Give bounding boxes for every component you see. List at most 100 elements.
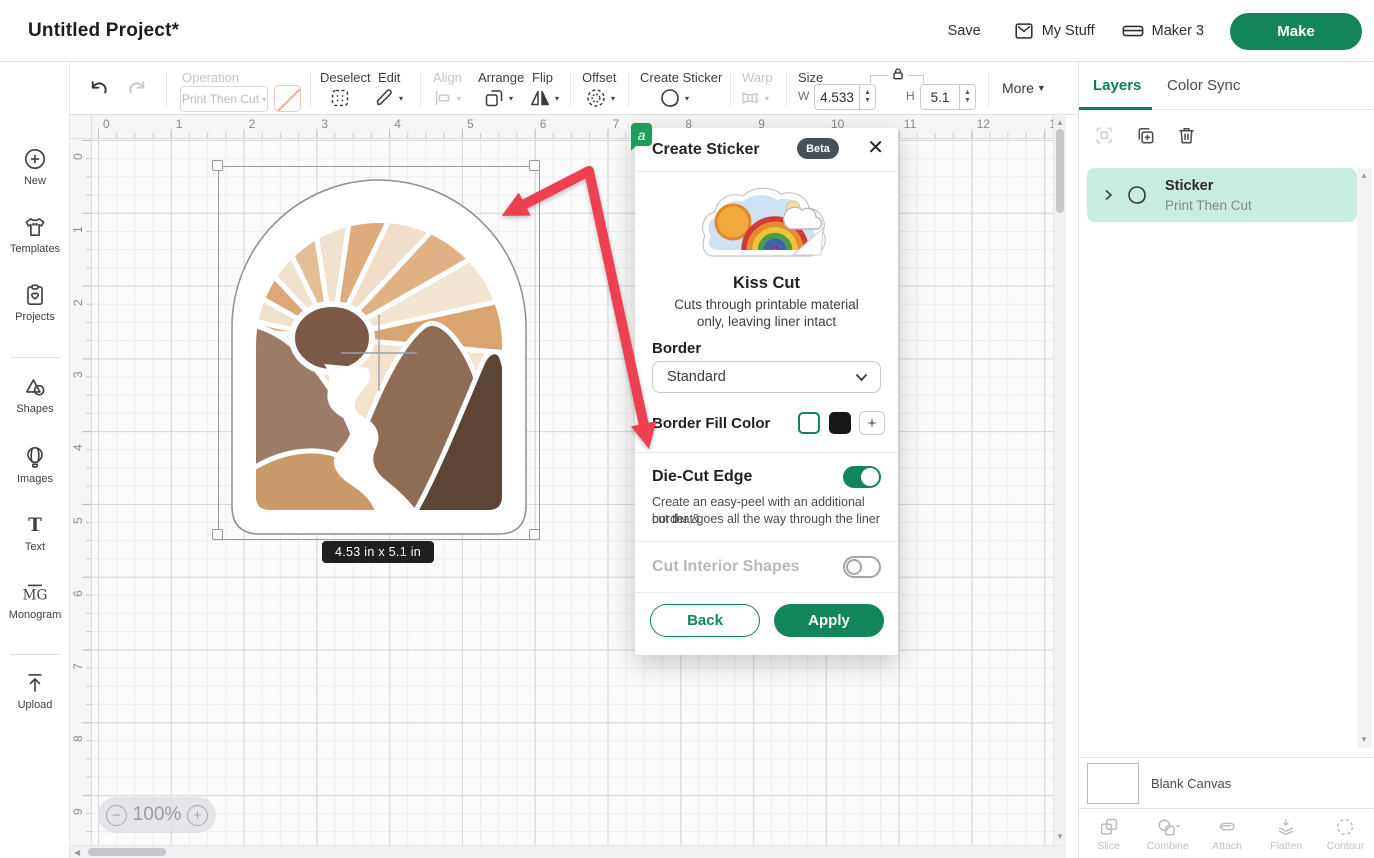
- make-button[interactable]: Make: [1230, 13, 1362, 50]
- sidebar-item-projects[interactable]: Projects: [0, 282, 70, 323]
- align-label: Align: [433, 70, 462, 85]
- slice-icon: [1098, 816, 1120, 838]
- sidebar-label: Text: [25, 541, 45, 553]
- duplicate-button[interactable]: [1134, 124, 1157, 147]
- dialog-divider: [635, 541, 898, 542]
- height-input[interactable]: 5.1 ▲▼: [920, 84, 976, 110]
- undo-button[interactable]: [86, 76, 112, 102]
- scroll-down-icon[interactable]: ▼: [1360, 736, 1368, 744]
- horizontal-scroll-thumb[interactable]: [88, 848, 166, 856]
- save-button[interactable]: Save: [942, 22, 987, 40]
- scroll-left-icon[interactable]: ◀: [74, 849, 80, 857]
- apply-button[interactable]: Apply: [774, 604, 884, 637]
- my-stuff-button[interactable]: My Stuff: [1013, 20, 1095, 42]
- vertical-scrollbar[interactable]: ▲ ▼: [1053, 115, 1066, 845]
- svg-text:T: T: [28, 515, 42, 536]
- vertical-ruler: 0123456789: [70, 139, 92, 845]
- chevron-down-icon: ▾: [765, 94, 769, 103]
- contour-label: Contour: [1327, 840, 1364, 852]
- border-fill-color-label: Border Fill Color: [652, 415, 770, 432]
- blank-canvas-row[interactable]: Blank Canvas: [1079, 757, 1374, 808]
- scroll-up-icon[interactable]: ▲: [1360, 172, 1368, 180]
- width-stepper[interactable]: ▲▼: [859, 85, 875, 109]
- flip-button[interactable]: ▾: [528, 86, 559, 110]
- tab-color-sync[interactable]: Color Sync: [1167, 77, 1240, 94]
- edit-label: Edit: [378, 70, 400, 85]
- scroll-down-icon[interactable]: ▼: [1056, 833, 1064, 841]
- deselect-label: Deselect: [320, 70, 371, 85]
- tab-layers[interactable]: Layers: [1093, 77, 1141, 94]
- flip-label: Flip: [532, 70, 553, 85]
- border-select[interactable]: Standard: [652, 361, 881, 393]
- blank-canvas-swatch[interactable]: [1087, 763, 1139, 804]
- scroll-up-icon[interactable]: ▲: [1056, 119, 1064, 127]
- toolbar-divider: [166, 72, 167, 106]
- height-stepper[interactable]: ▲▼: [959, 85, 975, 109]
- border-fill-white-swatch[interactable]: [798, 412, 820, 434]
- sidebar-item-new[interactable]: New: [0, 146, 70, 187]
- ruler-number: 0: [71, 146, 85, 160]
- selection-box[interactable]: [218, 166, 540, 540]
- border-fill-black-swatch[interactable]: [829, 412, 851, 434]
- machine-select[interactable]: Maker 3: [1121, 20, 1204, 42]
- sidebar-item-templates[interactable]: Templates: [0, 214, 70, 255]
- arrange-button[interactable]: ▾: [482, 86, 513, 110]
- create-sticker-button[interactable]: ▾: [658, 86, 689, 110]
- height-label: H: [906, 89, 915, 103]
- align-button[interactable]: ▾: [432, 87, 461, 109]
- clipboard-heart-icon: [22, 282, 48, 308]
- sidebar-item-shapes[interactable]: Shapes: [0, 374, 70, 415]
- sidebar-item-upload[interactable]: Upload: [0, 670, 70, 711]
- edit-button[interactable]: ▾: [372, 86, 403, 110]
- sidebar-item-images[interactable]: Images: [0, 444, 70, 485]
- chevron-down-icon: ▾: [611, 94, 615, 103]
- cut-interior-shapes-toggle[interactable]: [843, 556, 881, 578]
- attach-button[interactable]: Attach: [1197, 809, 1256, 858]
- select-all-icon: [1093, 124, 1116, 147]
- layer-row-sticker[interactable]: Sticker Print Then Cut: [1087, 168, 1357, 222]
- delete-layer-button[interactable]: [1175, 124, 1198, 147]
- close-icon[interactable]: ✕: [867, 138, 884, 158]
- size-badge: 4.53 in x 5.1 in: [322, 541, 434, 563]
- resize-handle-top-right[interactable]: [529, 160, 540, 171]
- zoom-in-button[interactable]: +: [187, 805, 208, 826]
- ruler-number: 3: [71, 364, 85, 378]
- sidebar-label: Images: [17, 473, 53, 485]
- panel-scrollbar[interactable]: ▲ ▼: [1357, 168, 1372, 748]
- die-cut-edge-toggle[interactable]: [843, 466, 881, 488]
- add-color-button[interactable]: +: [859, 411, 885, 435]
- more-button[interactable]: More▼: [1002, 80, 1046, 96]
- combine-button[interactable]: Combine: [1138, 809, 1197, 858]
- cut-interior-shapes-label: Cut Interior Shapes: [652, 558, 800, 576]
- operation-select[interactable]: Print Then Cut▾: [180, 86, 268, 112]
- upload-icon: [22, 670, 48, 696]
- chevron-right-icon[interactable]: [1101, 188, 1115, 202]
- vertical-scroll-thumb[interactable]: [1056, 129, 1064, 213]
- deselect-button[interactable]: [328, 86, 352, 110]
- contour-button[interactable]: Contour: [1316, 809, 1374, 858]
- zoom-out-button[interactable]: −: [106, 805, 127, 826]
- horizontal-scrollbar[interactable]: ◀: [70, 845, 1066, 858]
- width-input[interactable]: 4.533 ▲▼: [814, 84, 876, 110]
- sidebar-label: New: [24, 175, 46, 187]
- sidebar-item-text[interactable]: T Text: [0, 512, 70, 553]
- align-icon: [432, 87, 454, 109]
- resize-handle-bottom-right[interactable]: [529, 529, 540, 540]
- select-all-button[interactable]: [1093, 124, 1116, 147]
- redo-button[interactable]: [124, 76, 150, 102]
- project-title[interactable]: Untitled Project*: [28, 20, 179, 42]
- operation-color-swatch[interactable]: [274, 85, 301, 112]
- lock-icon: [890, 66, 906, 82]
- size-lock-button[interactable]: [888, 66, 908, 82]
- chevron-down-icon: ▾: [555, 94, 559, 103]
- sidebar-label: Shapes: [16, 403, 53, 415]
- warp-button[interactable]: ▾: [738, 87, 769, 109]
- resize-handle-top-left[interactable]: [212, 160, 223, 171]
- sidebar-item-monogram[interactable]: MG Monogram: [0, 580, 70, 621]
- slice-button[interactable]: Slice: [1079, 809, 1138, 858]
- flatten-button[interactable]: Flatten: [1257, 809, 1316, 858]
- offset-icon: [584, 86, 608, 110]
- offset-button[interactable]: ▾: [584, 86, 615, 110]
- back-button[interactable]: Back: [650, 604, 760, 637]
- resize-handle-bottom-left[interactable]: [212, 529, 223, 540]
